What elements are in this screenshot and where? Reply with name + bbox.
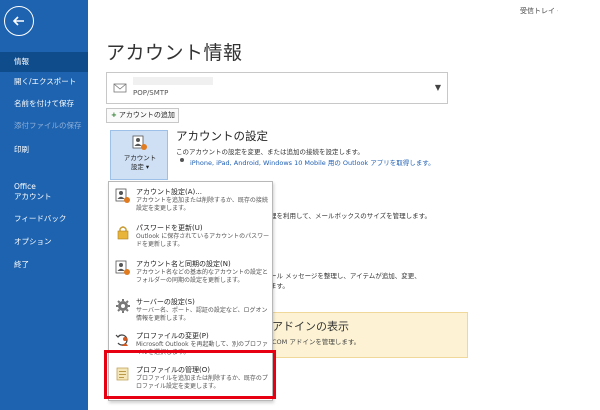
bullet-icon [180, 158, 184, 162]
account-settings-icon [132, 135, 147, 150]
account-name-redacted [133, 77, 213, 85]
mailbox-cleanup-desc: 理を利用して、メールボックスのサイズを管理します。 [270, 212, 431, 220]
back-button[interactable] [4, 6, 34, 36]
nav-open-export[interactable]: 開く/エクスポート [0, 77, 88, 87]
menu-item-desc: アカウント名などの基本的なアカウントの設定とフォルダーの同期の設定を更新します。 [136, 269, 269, 284]
inbox-label: 受信トレイ - [520, 7, 560, 15]
get-outlook-app-link[interactable]: iPhone, iPad, Android, Windows 10 Mobile… [190, 157, 435, 167]
backstage-sidebar: 情報 開く/エクスポート 名前を付けて保存 添付ファイルの保存 印刷 Offic… [0, 0, 88, 410]
inbox-account-redacted [558, 4, 600, 17]
nav-save-attachments[interactable]: 添付ファイルの保存 [0, 121, 88, 131]
lock-icon [117, 226, 129, 240]
nav-exit[interactable]: 終了 [0, 260, 88, 270]
account-type: POP/SMTP [133, 89, 169, 97]
arrow-left-icon [12, 16, 24, 26]
menu-item-title: アカウント名と同期の設定(N) [136, 260, 231, 268]
plus-icon: + [111, 111, 117, 119]
menu-item-desc: Outlook に保存されているアカウントのパスワードを更新します。 [136, 233, 270, 248]
nav-print[interactable]: 印刷 [0, 145, 88, 155]
menu-item-title: サーバーの設定(S) [136, 298, 195, 306]
settings-button-label-1: アカウント [123, 154, 157, 162]
addin-title: アドインの表示 [272, 320, 349, 333]
account-settings-button[interactable]: アカウント 設定 ▾ [110, 130, 168, 180]
profile-change-icon [115, 334, 128, 346]
menu-item-server-settings[interactable]: サーバーの設定(S) サーバー名、ポート、認証の設定など、ログオン情報を更新しま… [109, 294, 272, 330]
account-settings-desc: このアカウントの設定を変更、または追加の接続を設定します。 [176, 148, 364, 156]
account-settings-icon [115, 188, 130, 203]
addin-desc: COM アドインを管理します。 [272, 338, 361, 346]
gear-icon [116, 299, 130, 313]
account-settings-heading: アカウントの設定 [176, 129, 268, 143]
add-account-label: アカウントの追加 [118, 111, 175, 119]
nav-feedback[interactable]: フィードバック [0, 214, 88, 224]
account-selector[interactable]: POP/SMTP ▼ [106, 72, 448, 104]
add-account-button[interactable]: + アカウントの追加 [106, 108, 179, 123]
rules-desc-line1: ール メッセージを整理し、アイテムが追加、変更、 [270, 272, 421, 280]
menu-item-desc: アカウントを追加または削除するか、既存の接続設定を変更します。 [136, 197, 268, 212]
mail-account-icon [113, 83, 127, 93]
settings-button-label-2: 設定 ▾ [130, 163, 150, 171]
menu-item-account-settings[interactable]: アカウント設定(A)... アカウントを追加または削除するか、既存の接続設定を変… [109, 184, 272, 220]
menu-item-title: プロファイルの変更(P) [136, 332, 209, 340]
nav-office-account-2[interactable]: アカウント [0, 192, 88, 202]
page-title: アカウント情報 [106, 42, 243, 64]
nav-options[interactable]: オプション [0, 237, 88, 247]
menu-item-account-name-sync[interactable]: アカウント名と同期の設定(N) アカウント名などの基本的なアカウントの設定とフォ… [109, 256, 272, 294]
nav-office-account-1[interactable]: Office [0, 182, 88, 192]
nav-info[interactable]: 情報 [0, 52, 88, 72]
menu-item-update-password[interactable]: パスワードを更新(U) Outlook に保存されているアカウントのパスワードを… [109, 220, 272, 256]
nav-save-as[interactable]: 名前を付けて保存 [0, 99, 88, 109]
menu-item-desc: サーバー名、ポート、認証の設定など、ログオン情報を更新します。 [136, 307, 268, 322]
menu-item-title: パスワードを更新(U) [136, 224, 203, 232]
menu-item-title: アカウント設定(A)... [136, 188, 202, 196]
chevron-down-icon: ▼ [434, 83, 441, 92]
highlight-frame [104, 350, 276, 399]
account-sync-icon [115, 260, 130, 275]
window-title: 受信トレイ - [520, 4, 600, 18]
